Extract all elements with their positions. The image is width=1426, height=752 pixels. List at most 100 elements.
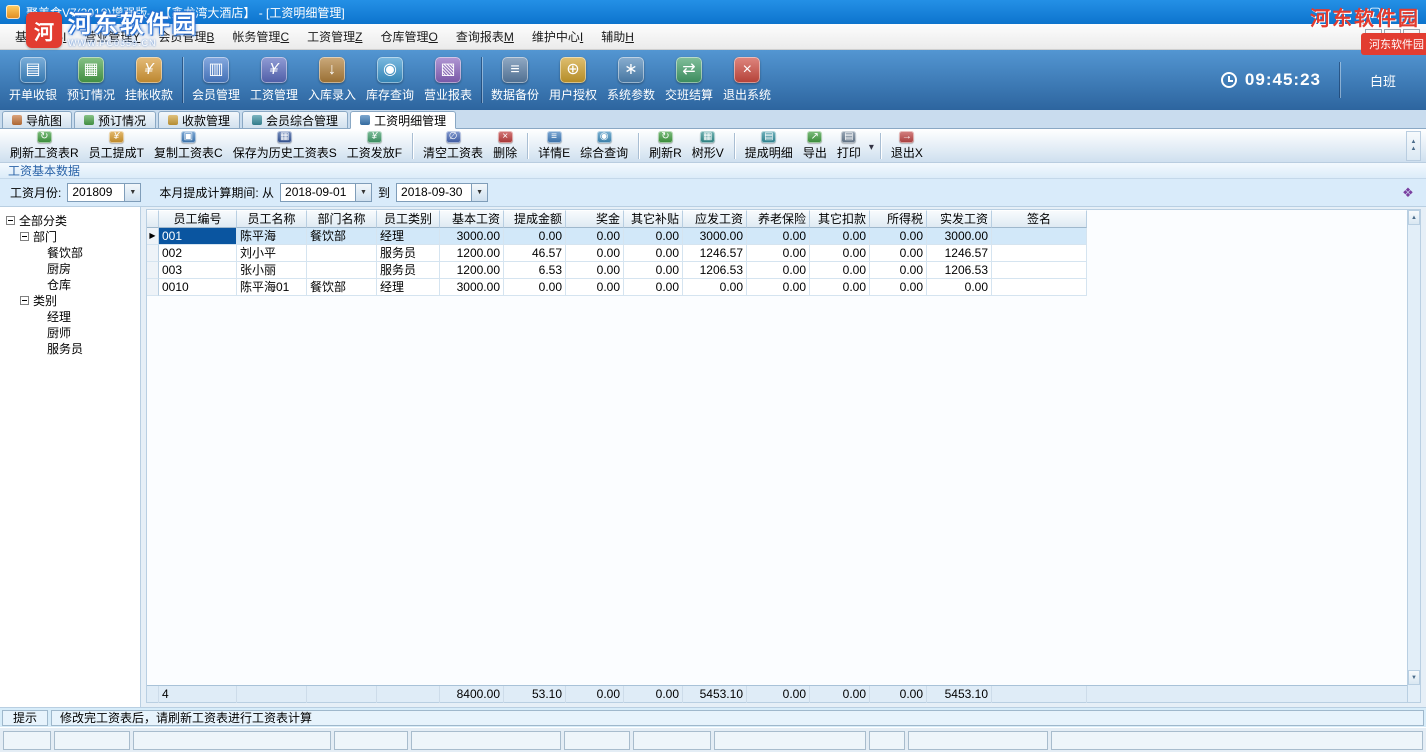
ribbon-button[interactable]: ≡ 详情E [533, 130, 575, 162]
scroll-down-icon[interactable] [1408, 670, 1420, 685]
ribbon-button[interactable]: ◉ 综合查询 [575, 130, 633, 162]
ribbon-button[interactable]: ▣ 复制工资表C [149, 130, 228, 162]
ribbon-button[interactable]: ▦ 树形V [687, 130, 729, 162]
tab[interactable]: 会员综合管理 [242, 111, 348, 128]
toolbar-button[interactable] [178, 57, 187, 103]
tab[interactable]: 收款管理 [158, 111, 240, 128]
tree-node[interactable]: 经理 [0, 308, 140, 324]
tree-node[interactable]: 类别 [0, 292, 140, 308]
period-from-select[interactable]: 2018-09-01 [280, 183, 372, 202]
mdi-minimize-icon[interactable]: — [1365, 29, 1382, 44]
ribbon-button[interactable]: ∅ 清空工资表 [418, 130, 488, 162]
column-header[interactable]: 员工名称 [237, 210, 307, 228]
tree-node[interactable]: 部门 [0, 228, 140, 244]
combo-arrow-icon[interactable] [355, 184, 371, 201]
tree-node[interactable]: 仓库 [0, 276, 140, 292]
tree-node[interactable]: 厨师 [0, 324, 140, 340]
tab[interactable]: 导航图 [2, 111, 72, 128]
tree-node[interactable]: 厨房 [0, 260, 140, 276]
toolbar-button[interactable]: ◉ 库存查询 [361, 54, 419, 106]
tree-node[interactable]: 服务员 [0, 340, 140, 356]
tab[interactable]: 工资明细管理 [350, 111, 456, 129]
maximize-icon[interactable]: ▢ [1360, 2, 1390, 22]
column-header[interactable]: 奖金 [566, 210, 624, 228]
ribbon-button[interactable]: ▤ 提成明细 [740, 130, 798, 162]
table-row[interactable]: ▶001陈平海餐饮部经理3000.000.000.000.003000.000.… [147, 228, 1087, 245]
menu-item[interactable]: 维护中心I [523, 24, 592, 49]
toolbar-button[interactable]: ∗ 系统参数 [602, 54, 660, 106]
scroll-up-icon[interactable] [1408, 210, 1420, 225]
menu-item[interactable]: 营业管理Y [75, 24, 149, 49]
menu-item[interactable]: 查询报表M [447, 24, 523, 49]
table-cell: 0.00 [870, 279, 927, 296]
ribbon-button[interactable] [875, 130, 886, 162]
toolbar-button[interactable]: ⊕ 用户授权 [544, 54, 602, 106]
salary-month-select[interactable]: 201809 [67, 183, 141, 202]
column-header[interactable]: 员工编号 [159, 210, 237, 228]
toolbar-button[interactable]: ↓ 入库录入 [303, 54, 361, 106]
tree-node[interactable]: 全部分类 [0, 212, 140, 228]
column-header[interactable]: 员工类别 [377, 210, 440, 228]
menu-item[interactable]: 仓库管理O [371, 24, 446, 49]
ribbon-button[interactable] [522, 130, 533, 162]
toolbar-button[interactable]: × 退出系统 [718, 54, 776, 106]
scrollbar-up-icon[interactable] [1406, 131, 1421, 161]
table-cell: 0.00 [504, 228, 566, 245]
ribbon-button[interactable]: ↗ 导出 [798, 130, 832, 162]
dropdown-arrow-icon[interactable] [869, 139, 874, 153]
column-header[interactable]: 实发工资 [927, 210, 992, 228]
table-row[interactable]: 003张小丽服务员1200.006.530.000.001206.530.000… [147, 262, 1087, 279]
menu-item[interactable]: 辅助H [592, 24, 643, 49]
column-header[interactable]: 其它补贴 [624, 210, 683, 228]
mdi-close-icon[interactable]: × [1403, 29, 1420, 44]
titlebar[interactable]: 聚美食V7(2018)增强版—【鑫龙湾大酒店】 - [工资明细管理] — ▢ × [0, 0, 1426, 24]
column-header[interactable]: 应发工资 [683, 210, 747, 228]
toolbar-button[interactable] [477, 57, 486, 103]
menu-item[interactable]: 工资管理Z [298, 24, 371, 49]
toolbar-button[interactable]: ⇄ 交班结算 [660, 54, 718, 106]
table-row[interactable]: 0010陈平海01餐饮部经理3000.000.000.000.000.000.0… [147, 279, 1087, 296]
ribbon-button[interactable]: × 删除 [488, 130, 522, 162]
combo-arrow-icon[interactable] [124, 184, 140, 201]
toolbar-button[interactable]: ¥ 工资管理 [245, 54, 303, 106]
minimize-icon[interactable]: — [1330, 2, 1360, 22]
toolbar-button[interactable]: ¥ 挂帐收款 [120, 54, 178, 106]
close-icon[interactable]: × [1390, 2, 1420, 22]
toolbar-button[interactable]: ▦ 预订情况 [62, 54, 120, 106]
column-header[interactable]: 养老保险 [747, 210, 810, 228]
toolbar-button[interactable]: ▥ 会员管理 [187, 54, 245, 106]
column-header[interactable]: 部门名称 [307, 210, 377, 228]
ribbon-button[interactable]: ¥ 员工提成T [84, 130, 149, 162]
help-book-icon[interactable] [1400, 185, 1416, 201]
tree-node[interactable]: 餐饮部 [0, 244, 140, 260]
ribbon-button[interactable]: ▤ 打印 [832, 130, 875, 162]
tree-expander-icon[interactable] [20, 296, 29, 305]
toolbar-button[interactable]: ≡ 数据备份 [486, 54, 544, 106]
column-header[interactable]: 提成金额 [504, 210, 566, 228]
tab[interactable]: 预订情况 [74, 111, 156, 128]
mdi-restore-icon[interactable]: ▢ [1384, 29, 1401, 44]
column-header[interactable]: 签名 [992, 210, 1087, 228]
toolbar-button[interactable]: ▧ 营业报表 [419, 54, 477, 106]
menu-item[interactable]: 基础资料I [6, 24, 75, 49]
period-to-select[interactable]: 2018-09-30 [396, 183, 488, 202]
ribbon-button[interactable]: ↻ 刷新R [644, 130, 687, 162]
column-header[interactable]: 其它扣款 [810, 210, 870, 228]
ribbon-button[interactable] [729, 130, 740, 162]
combo-arrow-icon[interactable] [471, 184, 487, 201]
menu-item[interactable]: 帐务管理C [223, 24, 298, 49]
toolbar-button[interactable]: ▤ 开单收银 [4, 54, 62, 106]
column-header[interactable]: 基本工资 [440, 210, 504, 228]
ribbon-button[interactable]: → 退出X [886, 130, 928, 162]
ribbon-button[interactable]: ▦ 保存为历史工资表S [228, 130, 342, 162]
table-row[interactable]: 002刘小平服务员1200.0046.570.000.001246.570.00… [147, 245, 1087, 262]
ribbon-button[interactable] [633, 130, 644, 162]
menu-item[interactable]: 会员管理B [149, 24, 223, 49]
ribbon-button[interactable] [407, 130, 418, 162]
column-header[interactable]: 所得税 [870, 210, 927, 228]
tree-expander-icon[interactable] [6, 216, 15, 225]
ribbon-button[interactable]: ↻ 刷新工资表R [5, 130, 84, 162]
grid-vertical-scrollbar[interactable] [1407, 210, 1420, 702]
tree-expander-icon[interactable] [20, 232, 29, 241]
ribbon-button[interactable]: ¥ 工资发放F [342, 130, 407, 162]
